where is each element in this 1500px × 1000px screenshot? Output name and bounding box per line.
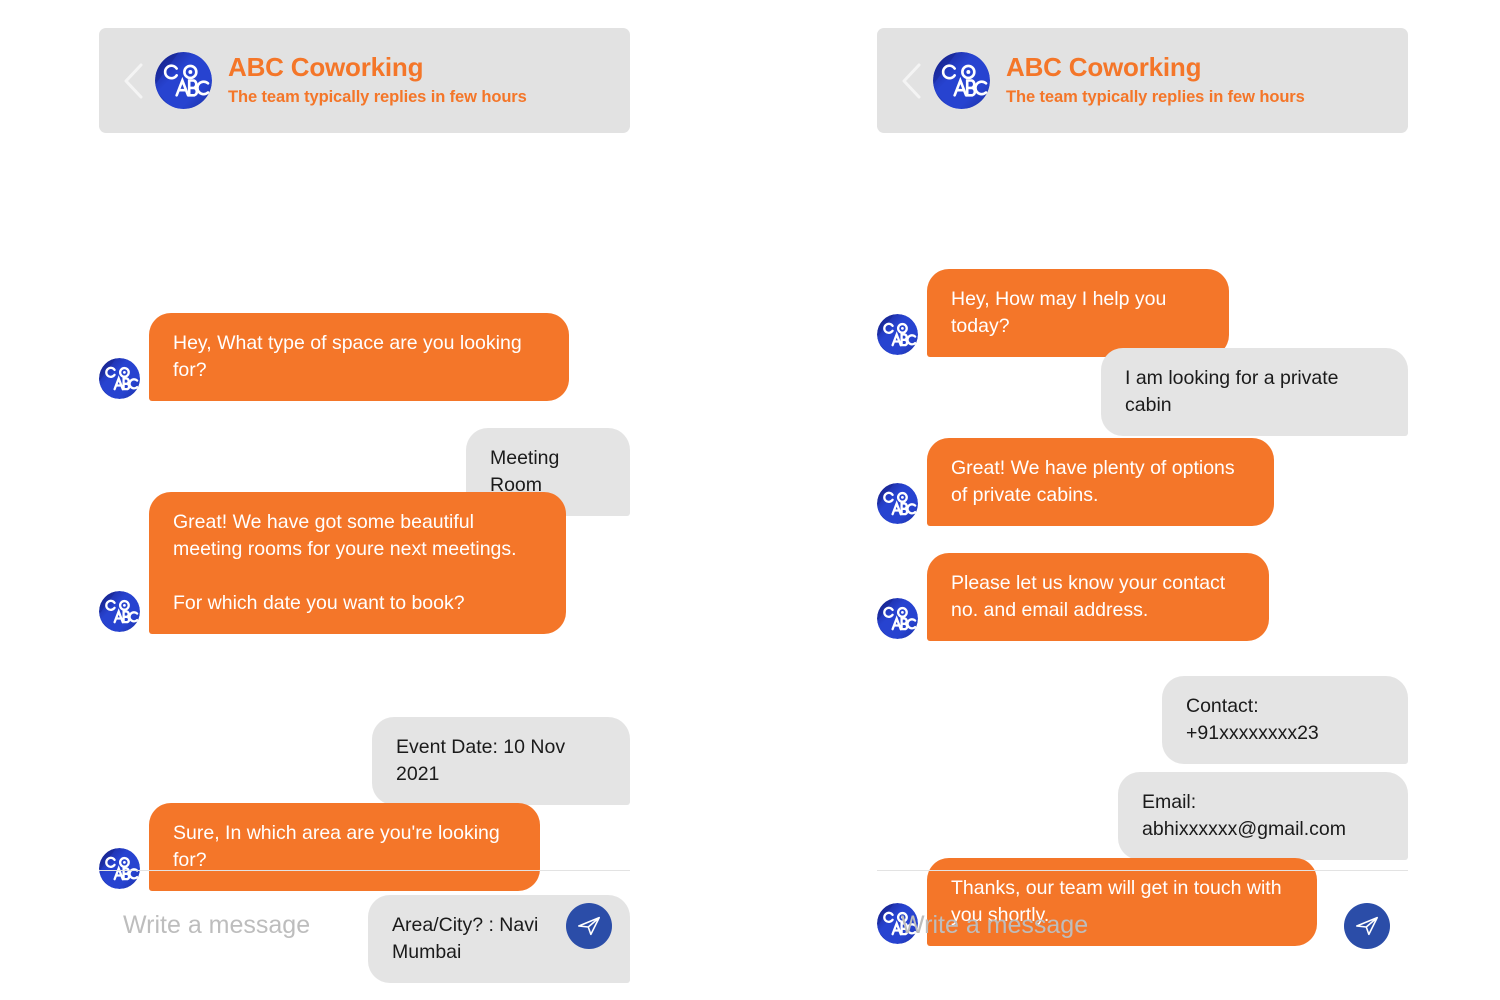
send-paper-plane-icon [577, 916, 601, 935]
message-row: I am looking for a private cabin [1101, 348, 1408, 436]
chat-header: ABC Coworking The team typically replies… [99, 28, 630, 133]
header-text-block: ABC Coworking The team typically replies… [1006, 52, 1305, 108]
message-row: Great! We have got some beautiful meetin… [99, 492, 566, 634]
send-button[interactable] [566, 902, 612, 949]
search-input[interactable] [901, 911, 1344, 940]
chat-bubble-bot: Great! We have got some beautiful meetin… [149, 492, 566, 634]
avatar [877, 597, 918, 639]
chat-header: ABC Coworking The team typically replies… [877, 28, 1408, 133]
message-row: Event Date: 10 Nov 2021 [372, 717, 630, 805]
avatar [933, 52, 990, 109]
avatar [155, 52, 212, 109]
message-thread: Hey, How may I help you today? I am look… [877, 133, 1408, 946]
chat-bubble-bot: Please let us know your contact no. and … [927, 553, 1269, 641]
chat-bubble-user: Event Date: 10 Nov 2021 [372, 717, 630, 805]
avatar [877, 313, 918, 355]
chat-panel-left: ABC Coworking The team typically replies… [99, 28, 630, 983]
send-button[interactable] [1344, 902, 1390, 949]
message-composer [99, 870, 630, 980]
chat-bubble-user: Contact: +91xxxxxxxx23 [1162, 676, 1408, 764]
avatar [99, 357, 140, 399]
message-row: Please let us know your contact no. and … [877, 553, 1269, 641]
chat-bubble-user: I am looking for a private cabin [1101, 348, 1408, 436]
chat-bubble-bot: Hey, What type of space are you looking … [149, 313, 569, 401]
page-title: ABC Coworking [228, 52, 424, 83]
chat-mockup-canvas: ABC Coworking The team typically replies… [0, 0, 1500, 1000]
avatar [877, 482, 918, 524]
chat-bubble-bot: Hey, How may I help you today? [927, 269, 1229, 357]
header-text-block: ABC Coworking The team typically replies… [228, 52, 527, 108]
header-subtitle: The team typically replies in few hours [1006, 88, 1305, 107]
avatar [99, 590, 140, 632]
message-row: Email: abhixxxxxx@gmail.com [1118, 772, 1408, 860]
message-composer [877, 870, 1408, 980]
page-title: ABC Coworking [1006, 52, 1202, 83]
message-row: Contact: +91xxxxxxxx23 [1162, 676, 1408, 764]
send-paper-plane-icon [1355, 916, 1379, 935]
chat-bubble-bot: Great! We have plenty of options of priv… [927, 438, 1274, 526]
header-subtitle: The team typically replies in few hours [228, 88, 527, 107]
chevron-left-icon[interactable] [121, 61, 147, 101]
message-row: Great! We have plenty of options of priv… [877, 438, 1274, 526]
chat-bubble-user: Email: abhixxxxxx@gmail.com [1118, 772, 1408, 860]
message-row: Hey, What type of space are you looking … [99, 313, 569, 401]
chat-panel-right: ABC Coworking The team typically replies… [877, 28, 1408, 980]
message-row: Hey, How may I help you today? [877, 269, 1229, 357]
message-thread: Hey, What type of space are you looking … [99, 133, 630, 983]
search-input[interactable] [123, 911, 566, 940]
chevron-left-icon[interactable] [899, 61, 925, 101]
